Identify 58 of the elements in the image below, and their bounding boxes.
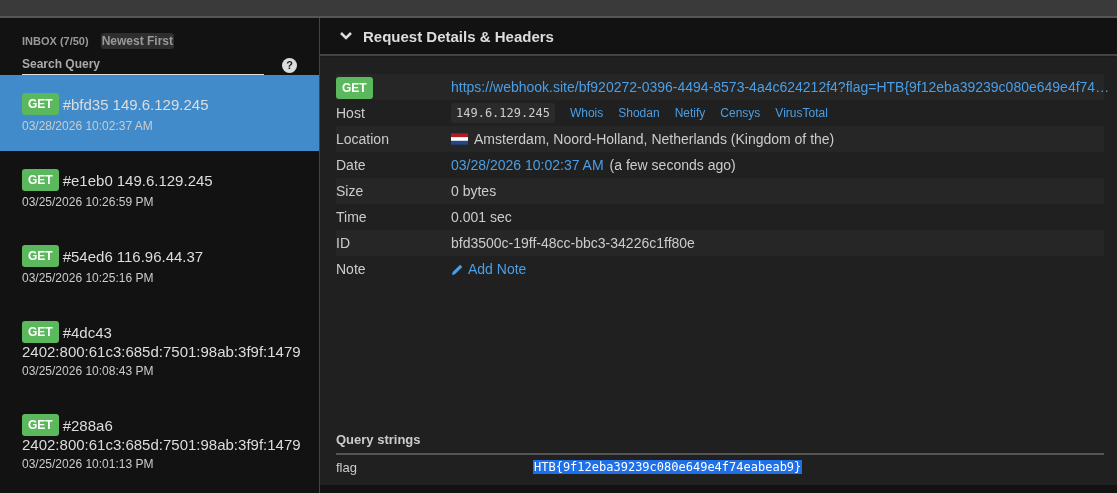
request-id: #bfd35 (62, 95, 109, 113)
method-badge: GET (22, 169, 59, 191)
add-note-link[interactable]: Add Note (451, 261, 527, 277)
search-field[interactable]: Search Query (22, 55, 265, 75)
field-value: bfd3500c-19ff-48cc-bbc3-34226c1ff80e (451, 235, 695, 251)
lookup-link[interactable]: Shodan (618, 106, 660, 120)
method-badge: GET (22, 414, 59, 436)
method-badge: GET (22, 321, 59, 343)
field-value: 0.001 sec (451, 209, 512, 225)
flag-icon (451, 133, 468, 145)
request-date: 03/25/2026 10:08:43 PM (22, 364, 155, 378)
request-date: 03/25/2026 10:01:13 PM (22, 457, 155, 471)
request-ip: 2402:800:61c3:685d:7501:98ab:3f9f:1479 (22, 343, 301, 360)
query-strings-title: Query strings (336, 432, 1104, 455)
request-ip: 149.6.129.245 (112, 95, 209, 113)
section-title: Request Details & Headers (363, 27, 554, 45)
request-item[interactable]: GET #288a6 2402:800:61c3:685d:7501:98ab:3f9f:1479 03/25/2026 10:01:13 PM (0, 396, 319, 489)
method-badge: GET (22, 93, 59, 115)
method-badge: GET (336, 77, 373, 99)
chevron-icon (339, 31, 353, 41)
lookup-link[interactable]: Censys (720, 106, 761, 120)
field-label: Location (336, 131, 390, 147)
request-id: #288a6 (62, 416, 113, 434)
method-badge: GET (22, 245, 59, 267)
field-label: ID (336, 235, 351, 251)
field-label: Time (336, 209, 368, 225)
lookup-link[interactable]: Netify (674, 106, 706, 120)
request-date: 03/25/2026 10:25:16 PM (22, 271, 155, 285)
field-label: Host (336, 105, 366, 121)
date-link[interactable]: 03/28/2026 10:02:37 AM (451, 157, 604, 173)
request-item[interactable]: GET #4dc43 2402:800:61c3:685d:7501:98ab:3f9f:1479 03/25/2026 10:08:43 PM (0, 303, 319, 396)
host-ip: 149.6.129.245 (451, 103, 555, 123)
request-date: 03/28/2026 10:02:37 AM (22, 119, 154, 133)
request-item[interactable]: GET #54ed6 116.96.44.37 03/25/2026 10:25:16 PM (0, 227, 319, 303)
request-ip: 2402:800:61c3:685d:7501:98ab:3f9f:1479 (22, 436, 301, 453)
lookup-link[interactable]: VirusTotal (775, 106, 828, 120)
field-label: Note (336, 261, 367, 277)
request-item[interactable]: GET #e1eb0 149.6.129.245 03/25/2026 10:26:59 PM (0, 151, 319, 227)
location-text: Amsterdam, Noord-Holland, Netherlands (Kingdom of the) (474, 131, 835, 147)
relative-time: (a few seconds ago) (609, 157, 736, 173)
inbox-title: INBOX (7/50) (22, 35, 89, 47)
request-id: #e1eb0 (62, 171, 113, 189)
query-name: flag (336, 459, 358, 475)
request-ip: 116.96.44.37 (116, 247, 204, 265)
help-icon[interactable]: ? (282, 57, 297, 73)
request-date: 03/25/2026 10:26:59 PM (22, 195, 155, 209)
field-value: 0 bytes (451, 183, 497, 199)
request-id: #54ed6 (62, 247, 113, 265)
request-ip: 149.6.129.245 (116, 171, 213, 189)
sort-button[interactable]: Newest First (100, 33, 174, 49)
lookup-link[interactable]: Whois (569, 106, 604, 120)
section-header[interactable]: Request Details & Headers (320, 18, 1117, 56)
query-value: HTB{9f12eba39239c080e649e4f74eabeab9} (533, 460, 803, 474)
field-label: Size (336, 183, 365, 199)
request-id: #4dc43 (62, 323, 112, 341)
field-label: Date (336, 157, 367, 173)
request-url-link[interactable]: https://webhook.site/bf920272-0396-4494-8573-4a4c624212f4?flag=HTB{9f12eba39239c080e649e4f74… (451, 79, 1110, 95)
pencil-icon (451, 262, 464, 276)
